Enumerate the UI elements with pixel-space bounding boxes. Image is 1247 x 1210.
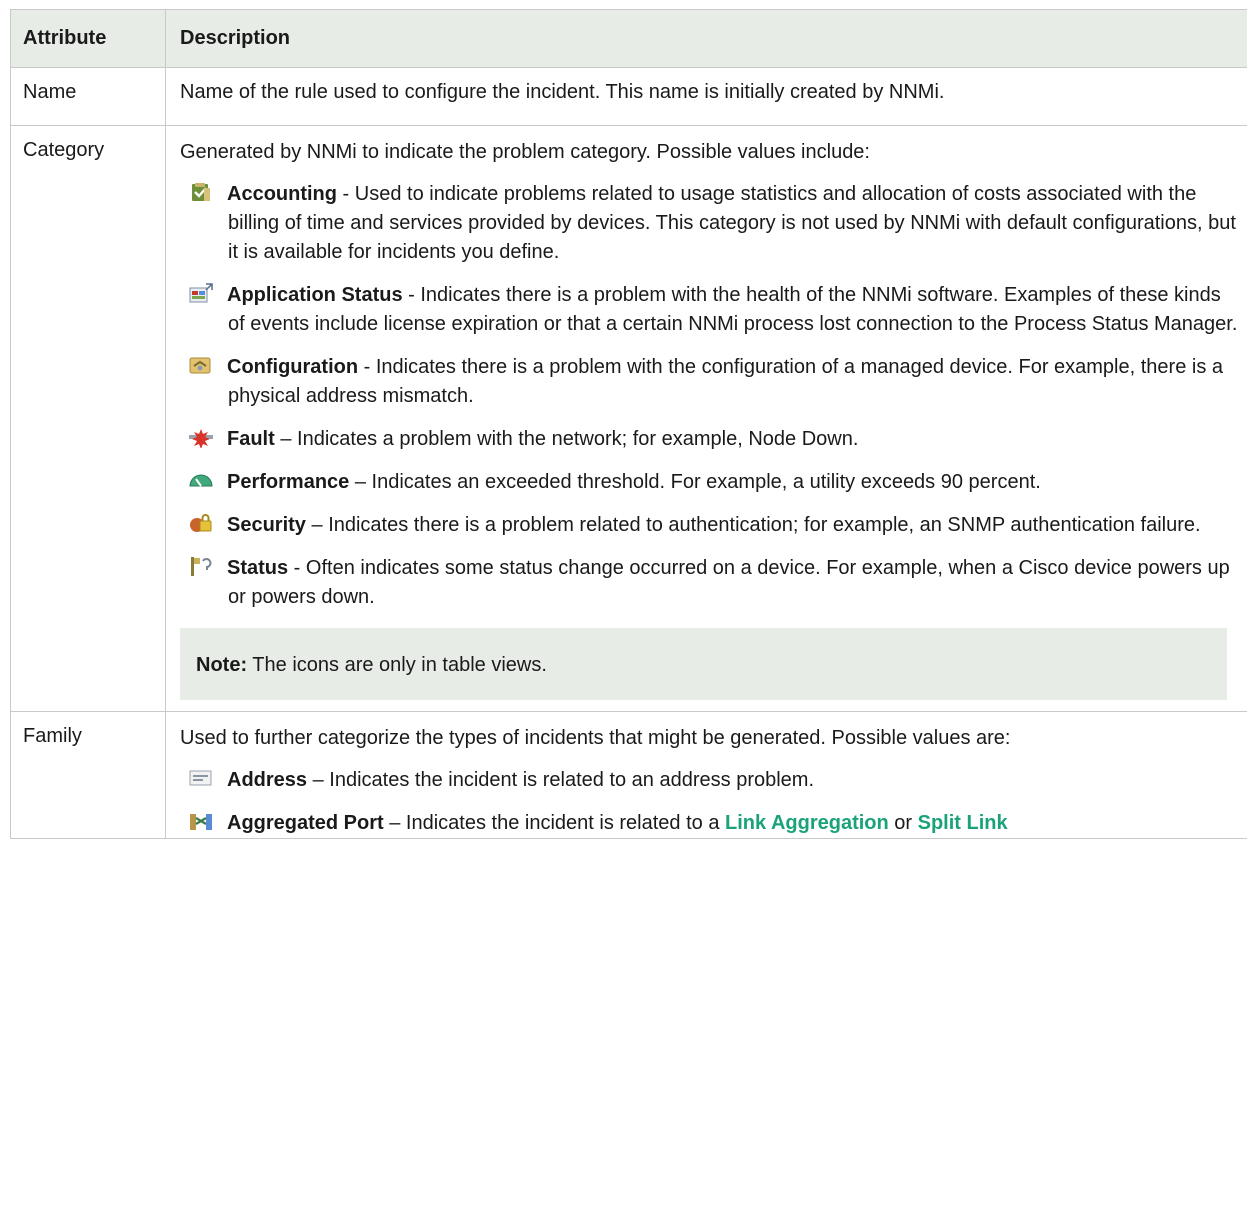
value-term: Accounting — [227, 183, 337, 205]
value-text: Indicates there is a problem with the co… — [228, 356, 1224, 407]
header-description: Description — [165, 9, 1247, 68]
header-attribute: Attribute — [10, 9, 166, 68]
value-separator: – — [305, 514, 329, 536]
value-term: Application Status — [227, 284, 403, 306]
category-value-fault: Fault – Indicates a problem with the net… — [180, 425, 1239, 454]
value-term: Performance — [227, 471, 350, 493]
value-separator: – — [307, 769, 330, 791]
application-status-icon — [188, 282, 214, 304]
value-term: Security — [227, 514, 306, 536]
value-text: Indicates an exceeded threshold. For exa… — [371, 471, 1041, 493]
value-term: Status — [227, 557, 289, 579]
attribute-name-cell: Category — [10, 125, 166, 712]
performance-icon — [188, 469, 214, 491]
value-separator: – — [274, 428, 298, 450]
attribute-name-cell: Family — [10, 711, 166, 839]
table-row-family: Family Used to further categorize the ty… — [10, 711, 1247, 839]
value-separator: - — [402, 284, 421, 306]
category-value-status: Status - Often indicates some status cha… — [180, 554, 1239, 612]
family-value-address: Address – Indicates the incident is rela… — [180, 766, 1239, 795]
attribute-description-cell: Generated by NNMi to indicate the proble… — [165, 125, 1247, 712]
value-text: – Indicates the incident is related to a — [383, 812, 726, 834]
value-separator: – — [349, 471, 372, 493]
address-icon — [188, 767, 214, 789]
value-term: Configuration — [227, 356, 359, 378]
value-term: Fault — [227, 428, 275, 450]
value-text: Indicates the incident is related to an … — [329, 769, 815, 791]
attribute-description-cell: Used to further categorize the types of … — [165, 711, 1247, 839]
category-value-accounting: Accounting - Used to indicate problems r… — [180, 180, 1239, 267]
value-term: Address — [227, 769, 308, 791]
value-separator: - — [337, 183, 355, 205]
family-value-aggregated-port: Aggregated Port – Indicates the incident… — [180, 809, 1239, 838]
attribute-table: Attribute Description Name Name of the r… — [10, 9, 1247, 839]
link-aggregation-link[interactable]: Link Aggregation — [725, 812, 889, 834]
value-text: or — [888, 812, 918, 834]
attribute-name-cell: Name — [10, 67, 166, 126]
value-text: Often indicates some status change occur… — [228, 557, 1230, 608]
configuration-icon — [188, 354, 214, 376]
category-intro: Generated by NNMi to indicate the proble… — [180, 141, 870, 163]
security-icon — [188, 512, 214, 534]
split-link-link[interactable]: Split Link — [918, 812, 1008, 834]
category-value-performance: Performance – Indicates an exceeded thre… — [180, 468, 1239, 497]
note-label: Note: — [196, 654, 248, 676]
value-separator: - — [288, 557, 306, 579]
attribute-description-cell: Name of the rule used to configure the i… — [165, 67, 1247, 126]
value-text: Indicates a problem with the network; fo… — [297, 428, 859, 450]
value-text: Used to indicate problems related to usa… — [228, 183, 1236, 263]
fault-icon — [188, 426, 214, 449]
value-separator: - — [358, 356, 376, 378]
note-text: The icons are only in table views. — [247, 654, 547, 676]
table-header-row: Attribute Description — [10, 9, 1247, 68]
status-icon — [188, 555, 214, 577]
note-box: Note: The icons are only in table views. — [180, 628, 1227, 700]
table-row-category: Category Generated by NNMi to indicate t… — [10, 125, 1247, 712]
table-row-name: Name Name of the rule used to configure … — [10, 67, 1247, 126]
category-value-application-status: Application Status - Indicates there is … — [180, 281, 1239, 339]
category-value-configuration: Configuration - Indicates there is a pro… — [180, 353, 1239, 411]
value-term: Aggregated Port — [227, 812, 384, 834]
value-text: Indicates there is a problem related to … — [328, 514, 1201, 536]
family-intro: Used to further categorize the types of … — [180, 727, 1011, 749]
aggregated-port-icon — [188, 810, 214, 832]
category-value-security: Security – Indicates there is a problem … — [180, 511, 1239, 540]
accounting-icon — [188, 181, 214, 203]
